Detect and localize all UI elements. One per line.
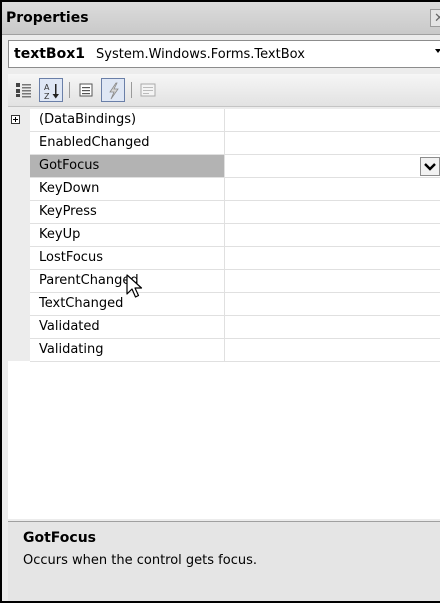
object-selector[interactable]: textBox1 System.Windows.Forms.TextBox	[8, 40, 440, 68]
property-grid: (DataBindings) EnabledChanged GotFocus K…	[8, 109, 440, 519]
row-label: EnabledChanged	[39, 135, 150, 150]
title-bar: Properties ✕	[2, 2, 440, 35]
object-name: textBox1	[14, 46, 85, 62]
row-label: GotFocus	[39, 158, 100, 173]
dropdown-arrow-icon[interactable]	[435, 49, 440, 53]
close-icon[interactable]: ✕	[430, 9, 440, 27]
expand-icon[interactable]	[11, 115, 20, 124]
categorized-icon	[16, 83, 31, 98]
value-dropdown-button[interactable]	[420, 157, 440, 176]
row-label: KeyUp	[39, 227, 81, 242]
row-label: TextChanged	[39, 296, 124, 311]
properties-panel: Properties ✕ textBox1 System.Windows.For…	[0, 0, 440, 603]
row-label: (DataBindings)	[39, 112, 137, 127]
property-pages-button[interactable]	[136, 78, 160, 102]
grid-row-validating[interactable]: Validating	[30, 339, 440, 362]
grid-row-databindings[interactable]: (DataBindings)	[11, 109, 440, 132]
row-label: LostFocus	[39, 250, 103, 265]
grid-row-keypress[interactable]: KeyPress	[30, 201, 440, 224]
svg-text:A: A	[44, 83, 50, 92]
grid-row-enabledchanged[interactable]: EnabledChanged	[30, 132, 440, 155]
description-text: Occurs when the control gets focus.	[23, 553, 257, 568]
row-label: Validating	[39, 342, 104, 357]
events-icon	[109, 82, 119, 100]
row-label: Validated	[39, 319, 100, 334]
events-button[interactable]	[101, 78, 125, 102]
alphabetical-icon: A Z	[44, 83, 59, 100]
chevron-down-icon	[424, 163, 436, 171]
object-type: System.Windows.Forms.TextBox	[96, 47, 305, 62]
properties-icon	[79, 83, 93, 97]
grid-row-keyup[interactable]: KeyUp	[30, 224, 440, 247]
row-label: KeyDown	[39, 181, 100, 196]
mouse-pointer-icon	[126, 274, 143, 298]
svg-text:Z: Z	[44, 92, 50, 100]
toolbar-separator	[131, 82, 132, 98]
grid-gutter	[8, 109, 30, 361]
toolbar-separator	[69, 82, 70, 98]
panel-title: Properties	[6, 10, 89, 26]
categorized-button[interactable]	[12, 78, 36, 102]
alphabetical-button[interactable]: A Z	[39, 78, 63, 102]
description-title: GotFocus	[23, 530, 97, 546]
grid-row-lostfocus[interactable]: LostFocus	[30, 247, 440, 270]
grid-row-gotfocus[interactable]: GotFocus	[30, 155, 440, 178]
grid-row-parentchanged[interactable]: ParentChanged	[30, 270, 440, 293]
properties-toolbar: A Z	[8, 74, 440, 107]
properties-button[interactable]	[74, 78, 98, 102]
grid-row-keydown[interactable]: KeyDown	[30, 178, 440, 201]
row-label: KeyPress	[39, 204, 97, 219]
grid-row-validated[interactable]: Validated	[30, 316, 440, 339]
row-label: ParentChanged	[39, 273, 139, 288]
description-pane: GotFocus Occurs when the control gets fo…	[8, 521, 440, 601]
property-pages-icon	[140, 83, 156, 97]
grid-row-textchanged[interactable]: TextChanged	[30, 293, 440, 316]
